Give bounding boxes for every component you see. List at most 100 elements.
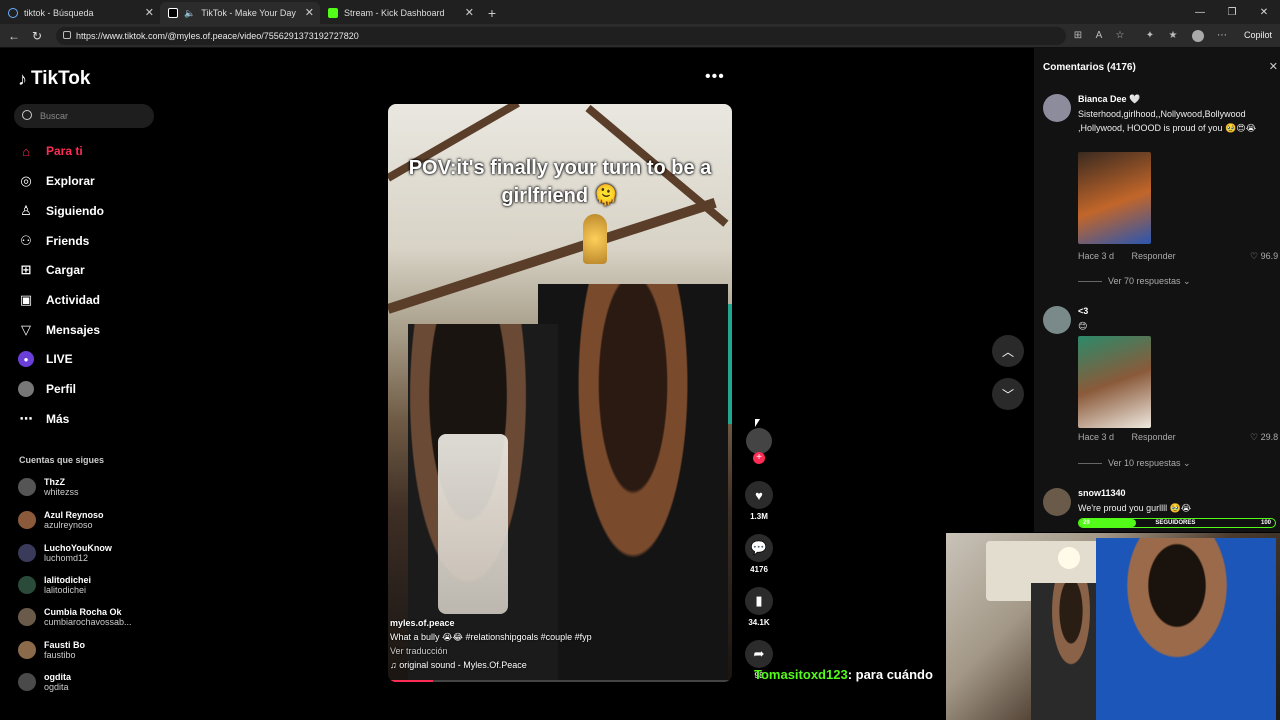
previous-video-button[interactable]: ︿ (992, 335, 1024, 367)
comment-icon[interactable]: 💬 (745, 534, 773, 562)
nav-label: Para ti (46, 144, 83, 158)
comment-like[interactable]: ♡ 29.8 (1250, 432, 1278, 443)
share-icon[interactable]: ➦ (745, 640, 773, 668)
save-action[interactable]: ▮ 34.1K (745, 587, 773, 627)
comment-like[interactable]: ♡ 96.9 (1250, 251, 1278, 262)
nav-mas[interactable]: ⋯ Más (18, 411, 70, 427)
nav-actividad[interactable]: ▣ Actividad (18, 292, 100, 308)
comment-image[interactable] (1078, 336, 1151, 428)
tiktok-logo[interactable]: ♪ TikTok (18, 68, 90, 90)
account-name: LuchoYouKnow (44, 543, 112, 553)
creator-avatar[interactable] (746, 428, 772, 454)
new-tab-button[interactable]: + (480, 2, 504, 24)
back-arrow-icon[interactable]: ← (8, 29, 20, 43)
sound-label[interactable]: ♫ original sound - Myles.Of.Peace (390, 658, 592, 672)
nav-live[interactable]: ● LIVE (18, 351, 73, 367)
followed-account[interactable]: ogdita ogdita (18, 672, 71, 692)
avatar (18, 511, 36, 529)
comment-user[interactable]: snow11340 (1078, 488, 1126, 498)
avatar (18, 673, 36, 691)
copilot-button[interactable]: Copilot (1244, 30, 1272, 40)
nav-friends[interactable]: ⚇ Friends (18, 233, 89, 249)
comment-count: 4176 (750, 565, 768, 574)
favorites-icon[interactable]: ★ (1167, 30, 1179, 42)
next-video-button[interactable]: ﹀ (992, 378, 1024, 410)
more-options-icon[interactable]: ••• (705, 68, 725, 86)
account-handle: azulreynoso (44, 520, 93, 530)
stream-chat-message: Tomasitoxd123: para cuándo (754, 667, 933, 682)
chevron-down-icon: ﹀ (1001, 387, 1014, 402)
streamer (1096, 538, 1276, 720)
followers-goal: 100 (1260, 520, 1271, 526)
comment-user[interactable]: <3 (1078, 306, 1088, 316)
view-replies-button[interactable]: Ver 10 respuestas ⌄ (1078, 458, 1191, 469)
avatar[interactable] (1043, 488, 1071, 516)
reply-button[interactable]: Responder (1132, 432, 1176, 442)
video-progress-bar[interactable] (388, 680, 732, 682)
follow-plus-icon[interactable]: + (753, 452, 765, 464)
app-icon[interactable]: ⊞ (1072, 30, 1084, 42)
search-input[interactable]: Buscar (14, 104, 154, 128)
extensions-icon[interactable]: ✦ (1144, 30, 1156, 42)
followed-account[interactable]: LuchoYouKnow luchomd12 (18, 543, 112, 563)
url-field[interactable]: https://www.tiktok.com/@myles.of.peace/v… (56, 27, 1066, 45)
followed-account[interactable]: ThzZ whitezss (18, 477, 79, 497)
read-aloud-icon[interactable]: A (1093, 30, 1105, 42)
nav-mensajes[interactable]: ▽ Mensajes (18, 322, 100, 338)
tab-tiktok-search[interactable]: tiktok - Búsqueda ✕ (0, 2, 160, 24)
tab-label: tiktok - Búsqueda (24, 8, 94, 18)
followed-account[interactable]: Cumbia Rocha Ok cumbiarochavossab... (18, 607, 132, 627)
video-player[interactable]: POV:it's finally your turn to be a girlf… (388, 104, 732, 682)
reload-icon[interactable]: ↻ (32, 29, 42, 43)
tab-label: Stream - Kick Dashboard (344, 8, 445, 18)
comment-action[interactable]: 💬 4176 (745, 534, 773, 574)
heart-outline-icon: ♡ (1250, 432, 1259, 442)
nav-para-ti[interactable]: ⌂ Para ti (18, 143, 83, 159)
comment-text: We're proud you gurllll 🥹😭 (1078, 503, 1192, 513)
view-replies-button[interactable]: Ver 70 respuestas ⌄ (1078, 276, 1191, 287)
close-window-icon[interactable]: ✕ (1248, 0, 1280, 24)
close-icon[interactable]: ✕ (1269, 60, 1278, 73)
tab-tiktok-video[interactable]: 🔈 TikTok - Make Your Day ✕ (160, 2, 320, 24)
minimize-icon[interactable]: — (1184, 0, 1216, 24)
account-name: ThzZ (44, 477, 65, 487)
comment-like-count: 96.9 (1260, 251, 1279, 261)
reply-button[interactable]: Responder (1132, 251, 1176, 261)
nav-cargar[interactable]: ⊞ Cargar (18, 262, 85, 278)
webcam-overlay (946, 532, 1280, 720)
avatar[interactable] (1043, 94, 1071, 122)
comment-image[interactable] (1078, 152, 1151, 244)
translate-link[interactable]: Ver traducción (390, 644, 592, 658)
activity-icon: ▣ (19, 292, 33, 307)
profile-icon (18, 381, 34, 397)
close-tab-icon[interactable]: ✕ (465, 6, 474, 19)
video-author[interactable]: myles.of.peace (390, 616, 592, 630)
profile-avatar-icon[interactable] (1192, 30, 1204, 42)
friends-icon: ⚇ (20, 233, 32, 248)
followed-account[interactable]: Fausti Bo faustibo (18, 640, 85, 660)
like-action[interactable]: ♥ 1.3M (745, 481, 773, 521)
comments-title: Comentarios (4176) (1043, 62, 1136, 73)
site-info-icon[interactable] (63, 31, 71, 39)
video-meta: myles.of.peace What a bully 😭😂 #relation… (390, 616, 592, 672)
close-tab-icon[interactable]: ✕ (305, 6, 314, 19)
followed-account[interactable]: Azul Reynoso azulreynoso (18, 510, 104, 530)
maximize-icon[interactable]: ❐ (1216, 0, 1248, 24)
avatar (18, 576, 36, 594)
nav-perfil[interactable]: Perfil (18, 381, 76, 397)
followed-account[interactable]: lalitodichei lalitodichei (18, 575, 91, 595)
avatar (18, 641, 36, 659)
tab-kick-dashboard[interactable]: Stream - Kick Dashboard ✕ (320, 2, 480, 24)
nav-explorar[interactable]: ◎ Explorar (18, 173, 94, 189)
close-tab-icon[interactable]: ✕ (145, 6, 154, 19)
speaker-icon[interactable]: 🔈 (184, 8, 195, 19)
nav-siguiendo[interactable]: ♙ Siguiendo (18, 203, 104, 219)
window-controls: — ❐ ✕ (1184, 0, 1280, 24)
nav-label: Siguiendo (46, 204, 104, 218)
avatar[interactable] (1043, 306, 1071, 334)
comment-user[interactable]: Bianca Dee 🤍 (1078, 94, 1140, 105)
more-menu-icon[interactable]: ⋯ (1216, 30, 1228, 42)
favorite-star-icon[interactable]: ☆ (1114, 30, 1126, 42)
heart-icon[interactable]: ♥ (745, 481, 773, 509)
bookmark-icon[interactable]: ▮ (745, 587, 773, 615)
